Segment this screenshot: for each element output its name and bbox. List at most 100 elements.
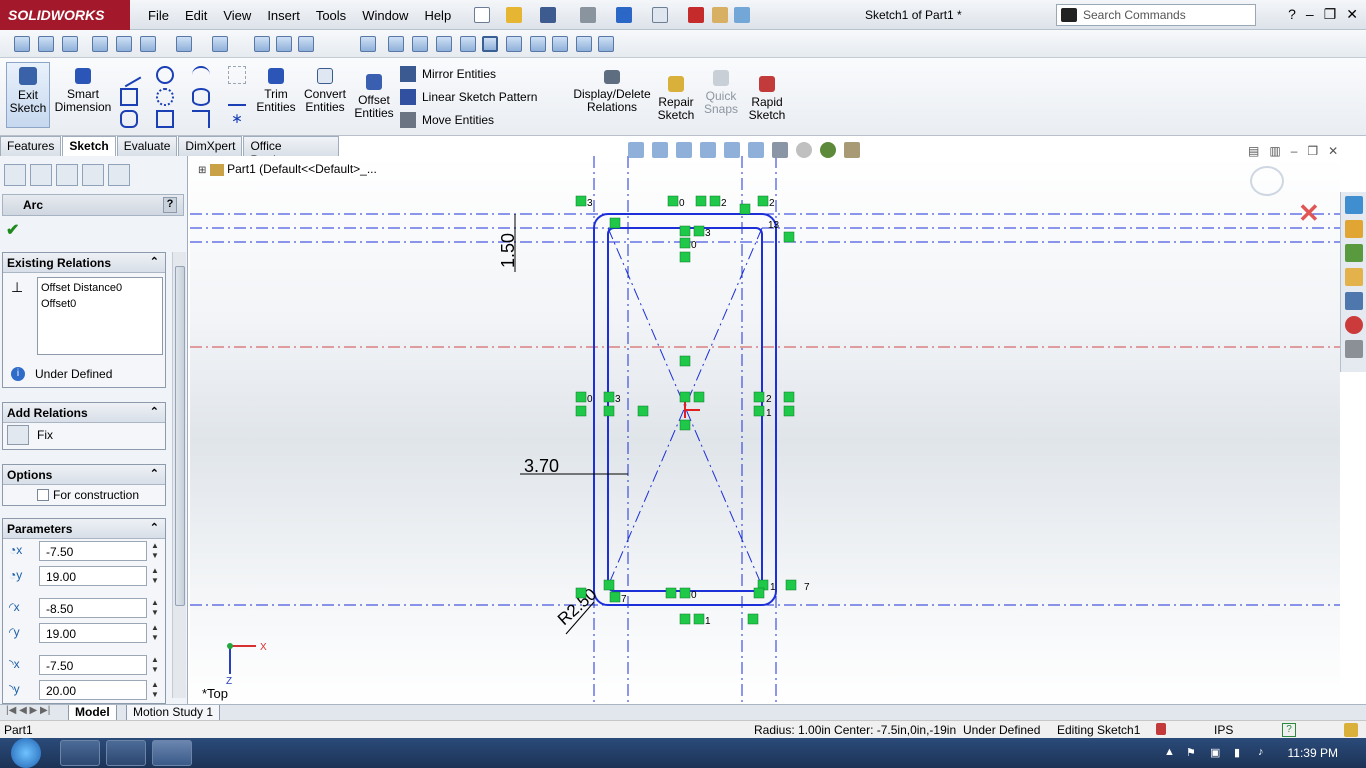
solidworks-taskbar-icon[interactable] bbox=[152, 740, 192, 766]
appearances-icon[interactable] bbox=[1344, 316, 1363, 334]
dimxpertmanager-tab-icon[interactable] bbox=[82, 164, 104, 186]
move-entities-button[interactable]: Move Entities bbox=[400, 112, 494, 128]
rapid-sketch-button[interactable]: Rapid Sketch bbox=[746, 72, 788, 122]
point-tool-icon[interactable]: ∗ bbox=[228, 110, 246, 128]
status-units[interactable]: IPS bbox=[1214, 723, 1233, 737]
menu-window[interactable]: Window bbox=[354, 8, 416, 23]
start-y-spinner[interactable]: ▲ ▼ bbox=[149, 623, 161, 643]
menu-edit[interactable]: Edit bbox=[177, 8, 215, 23]
tab-model[interactable]: Model bbox=[68, 705, 117, 721]
rebuild-traffic-light-icon[interactable] bbox=[688, 7, 704, 23]
ellipse-tool-icon[interactable] bbox=[192, 88, 210, 106]
display-style-icon[interactable] bbox=[140, 36, 156, 52]
zoom-to-area-icon[interactable] bbox=[652, 142, 668, 158]
featuremanager-tab-icon[interactable] bbox=[4, 164, 26, 186]
menu-tools[interactable]: Tools bbox=[308, 8, 354, 23]
doc-restore-icon[interactable]: ❐ bbox=[1307, 144, 1318, 158]
appearance-icon[interactable] bbox=[796, 142, 812, 158]
quick-snaps-button[interactable]: Quick Snaps bbox=[702, 66, 740, 116]
menu-file[interactable]: File bbox=[140, 8, 177, 23]
trim-entities-button[interactable]: Trim Entities bbox=[254, 64, 298, 114]
tab-dimxpert[interactable]: DimXpert bbox=[178, 136, 243, 156]
hide-show-items-icon[interactable] bbox=[176, 36, 192, 52]
zoom-to-fit-icon[interactable] bbox=[14, 36, 30, 52]
doc-close-icon[interactable]: ✕ bbox=[1328, 144, 1338, 158]
cancel-sketch-icon[interactable]: ✕ bbox=[1298, 198, 1320, 229]
solidworks-resources-icon[interactable] bbox=[1344, 196, 1363, 214]
existing-relations-header[interactable]: Existing Relations ⌃ bbox=[3, 253, 165, 273]
graphics-area[interactable]: 1.50 3.70 R2.50 3 2 0 13 3 0 2 0 3 2 1 7… bbox=[190, 156, 1340, 704]
menu-view[interactable]: View bbox=[215, 8, 259, 23]
previous-view-icon[interactable] bbox=[676, 142, 692, 158]
for-construction-option[interactable]: For construction bbox=[37, 488, 139, 502]
undo-icon[interactable] bbox=[616, 7, 632, 23]
status-help[interactable]: ? bbox=[1282, 723, 1296, 737]
dimetric-view-icon[interactable] bbox=[576, 36, 592, 52]
minimize-button[interactable]: – bbox=[1306, 6, 1314, 23]
end-x-field[interactable]: -7.50 bbox=[39, 655, 147, 675]
fillet-tool-icon[interactable] bbox=[192, 110, 210, 128]
options-icon[interactable] bbox=[734, 7, 750, 23]
collapse-chevron-icon[interactable]: ⌃ bbox=[150, 405, 159, 418]
network-icon[interactable]: ▮ bbox=[1234, 746, 1248, 760]
edit-appearance-icon[interactable] bbox=[212, 36, 228, 52]
for-construction-checkbox[interactable] bbox=[37, 489, 49, 501]
view-orientation-icon[interactable] bbox=[724, 142, 740, 158]
start-y-field[interactable]: 19.00 bbox=[39, 623, 147, 643]
options-header[interactable]: Options ⌃ bbox=[3, 465, 165, 485]
top-view-icon[interactable] bbox=[482, 36, 498, 52]
show-hidden-icons[interactable]: ▲ bbox=[1164, 746, 1178, 760]
render-tools-icon[interactable] bbox=[276, 36, 292, 52]
offset-entities-button[interactable]: Offset Entities bbox=[352, 70, 396, 120]
displaymanager-tab-icon[interactable] bbox=[108, 164, 130, 186]
end-x-spinner[interactable]: ▲ ▼ bbox=[149, 655, 161, 675]
center-x-field[interactable]: -7.50 bbox=[39, 541, 147, 561]
help-button[interactable]: ? bbox=[1288, 6, 1296, 23]
link-view-icon[interactable] bbox=[598, 36, 614, 52]
rectangle-tool-icon[interactable] bbox=[120, 88, 138, 106]
linear-sketch-pattern-button[interactable]: Linear Sketch Pattern bbox=[400, 89, 537, 105]
sketch-text-icon[interactable] bbox=[228, 66, 246, 84]
menu-help[interactable]: Help bbox=[416, 8, 459, 23]
custom-properties-icon[interactable] bbox=[1344, 340, 1363, 358]
tab-features[interactable]: Features bbox=[0, 136, 62, 156]
polygon-tool-icon[interactable] bbox=[228, 88, 246, 106]
file-properties-icon[interactable] bbox=[712, 7, 728, 23]
convert-entities-button[interactable]: Convert Entities bbox=[302, 64, 348, 114]
start-x-field[interactable]: -8.50 bbox=[39, 598, 147, 618]
circle-tool-icon[interactable] bbox=[156, 66, 174, 84]
exit-sketch-confirm-icon[interactable] bbox=[1250, 166, 1284, 196]
rebuild-status-icon[interactable] bbox=[1156, 723, 1166, 735]
smart-dimension-button[interactable]: Smart Dimension bbox=[54, 64, 112, 114]
relation-item[interactable]: Offset Distance0 bbox=[41, 280, 159, 296]
previous-view-icon[interactable] bbox=[62, 36, 78, 52]
ok-checkmark-icon[interactable]: ✔ bbox=[6, 220, 19, 240]
quick-tips-icon[interactable] bbox=[1344, 723, 1358, 737]
menu-insert[interactable]: Insert bbox=[259, 8, 308, 23]
right-view-icon[interactable] bbox=[460, 36, 476, 52]
line-tool-icon[interactable] bbox=[116, 62, 142, 88]
add-relations-header[interactable]: Add Relations ⌃ bbox=[3, 403, 165, 423]
open-folder-icon[interactable] bbox=[506, 7, 522, 23]
tab-motion-study[interactable]: Motion Study 1 bbox=[126, 705, 221, 721]
expand-icon[interactable]: ⊞ bbox=[198, 165, 206, 176]
center-x-spinner[interactable]: ▲ ▼ bbox=[149, 541, 161, 561]
hide-show-icon[interactable] bbox=[772, 142, 788, 158]
end-y-spinner[interactable]: ▲ ▼ bbox=[149, 680, 161, 700]
new-document-icon[interactable] bbox=[474, 7, 490, 23]
spline-tool-icon[interactable] bbox=[192, 66, 210, 84]
pm-scrollbar[interactable] bbox=[172, 252, 186, 698]
section-view-icon[interactable] bbox=[92, 36, 108, 52]
display-delete-relations-button[interactable]: Display/Delete Relations bbox=[572, 66, 652, 114]
system-clock[interactable]: 11:39 PM bbox=[1288, 746, 1338, 760]
pm-help-button[interactable]: ? bbox=[163, 197, 177, 213]
tile-icon[interactable]: ▤ bbox=[1248, 144, 1259, 158]
print-icon[interactable] bbox=[580, 7, 596, 23]
normal-to-icon[interactable] bbox=[360, 36, 376, 52]
relation-item[interactable]: Offset0 bbox=[41, 296, 159, 312]
apply-scene-icon[interactable] bbox=[254, 36, 270, 52]
view-palette-icon[interactable] bbox=[1344, 292, 1363, 310]
zoom-to-area-icon[interactable] bbox=[38, 36, 54, 52]
select-arrow-icon[interactable] bbox=[652, 7, 668, 23]
view-settings-icon[interactable] bbox=[844, 142, 860, 158]
